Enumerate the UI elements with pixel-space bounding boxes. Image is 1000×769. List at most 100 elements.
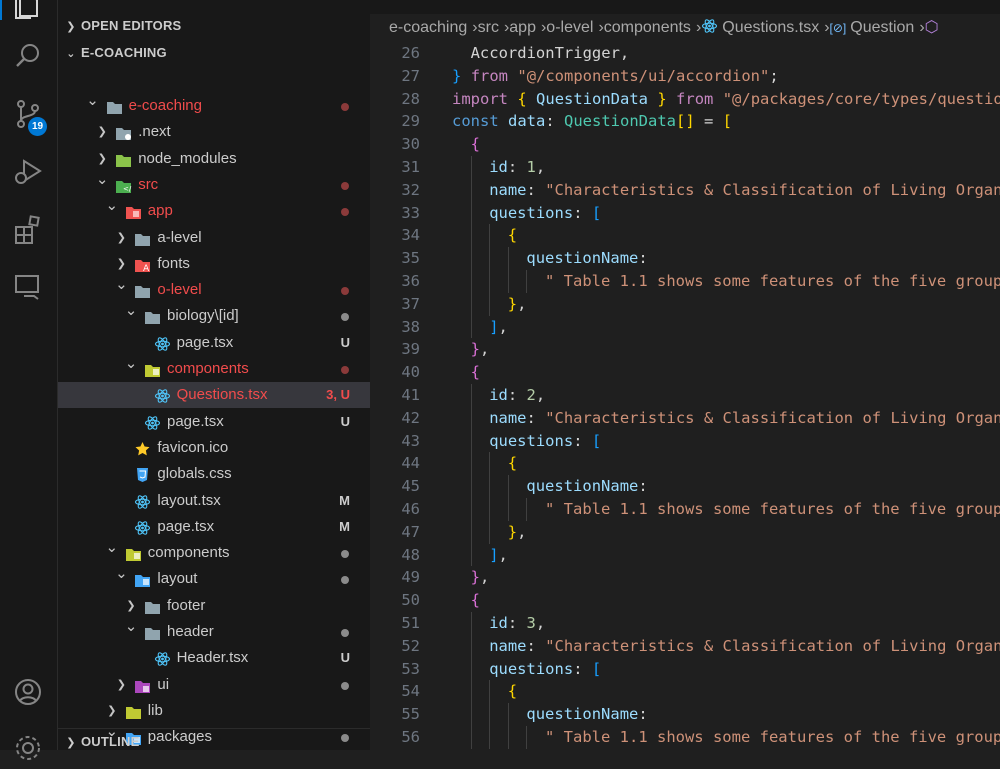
tree-item-label: Header.tsx	[176, 649, 249, 667]
folder-icon	[144, 598, 161, 614]
manage-icon[interactable]	[12, 732, 44, 764]
tree-item-label: layout	[157, 570, 198, 588]
remote-explorer-icon[interactable]	[12, 270, 44, 302]
indent-guide	[526, 498, 528, 521]
modified-dot-icon	[341, 181, 349, 190]
tree-item-label: e-coaching	[128, 97, 202, 114]
folder-src-icon: </>	[115, 177, 137, 193]
indent-guide	[470, 270, 472, 293]
git-status-badge: M	[339, 518, 350, 534]
code-text: questionName:	[526, 705, 648, 724]
file-item[interactable]: globals.css	[58, 461, 370, 487]
line-number: 42	[401, 408, 420, 427]
search-icon[interactable]	[12, 40, 44, 72]
breadcrumb-item[interactable]: Questions.tsx	[722, 19, 819, 36]
folder-item[interactable]: ⌄ o-level	[58, 276, 370, 303]
folder-icon	[134, 282, 151, 299]
code-line: 50 {	[370, 589, 1000, 612]
modified-dot-icon	[341, 576, 349, 585]
tree-item-label: src	[138, 175, 159, 193]
tab-strip	[370, 0, 1000, 14]
code-line: 28 import { QuestionData } from "@/packag…	[370, 88, 1000, 111]
line-number: 46	[401, 500, 420, 518]
breadcrumb-item[interactable]: src	[478, 19, 499, 36]
modified-dot-icon	[341, 313, 349, 322]
code-line: 37},	[370, 292, 1000, 316]
react-icon	[134, 519, 151, 535]
account-icon[interactable]	[12, 676, 44, 708]
indent-guide	[470, 634, 472, 658]
line-number: 38	[401, 317, 420, 336]
tree-item-label: components	[147, 544, 230, 562]
breadcrumb-item[interactable]: e-coaching	[389, 19, 467, 36]
folder-app-icon	[125, 203, 142, 220]
folder-item[interactable]: ❯ .next	[58, 119, 370, 145]
file-item[interactable]: Header.tsx U	[58, 645, 370, 671]
tree-item-label: lib	[147, 701, 163, 719]
breadcrumb-item[interactable]: app	[509, 19, 536, 36]
chevron-down-icon: ⌄	[105, 539, 119, 557]
folder-item[interactable]: ❯ ui	[58, 672, 370, 698]
tree-item-label: o-level	[157, 281, 202, 299]
folder-item[interactable]: ⌄ components	[58, 355, 370, 382]
chevron-right-icon: ❯	[116, 231, 126, 244]
file-item[interactable]: favicon.ico	[58, 435, 370, 461]
code-line: 32 name: "Characteristics & Classificatio…	[370, 178, 1000, 202]
code-line: 54 {	[370, 680, 1000, 704]
chevron-right-icon: ❯	[116, 678, 126, 691]
breadcrumb-item[interactable]: o-level	[546, 19, 593, 36]
folder-item[interactable]: ⌄ biology\[id]	[58, 302, 370, 329]
folder-item[interactable]: ❯ Afonts	[58, 251, 370, 277]
code-text: ],	[489, 545, 508, 564]
outline-section[interactable]: ❯ OUTLINE	[58, 728, 370, 750]
folder-item[interactable]: ⌄ components	[58, 539, 370, 566]
indent-guide	[470, 224, 472, 248]
folder-node-icon	[115, 151, 132, 167]
indent-guide	[470, 475, 472, 498]
folder-item[interactable]: ⌄ header	[58, 618, 370, 645]
breadcrumb-item[interactable]: components	[604, 19, 691, 36]
code-line: 34 {	[370, 224, 1000, 248]
code-line: 38],	[370, 315, 1000, 339]
folder-item[interactable]: ⌄ layout	[58, 565, 370, 592]
workspace-section[interactable]: ⌄ E-COACHING	[58, 40, 167, 66]
line-number: 47	[401, 522, 420, 541]
line-number: 52	[401, 636, 420, 655]
modified-dot-icon	[341, 103, 349, 111]
explorer-icon[interactable]	[12, 0, 44, 22]
extensions-icon[interactable]	[12, 214, 44, 246]
folder-item[interactable]: ❯ a-level	[58, 225, 370, 251]
code-line: 46 " Table 1.1 shows some features of the…	[370, 498, 1000, 521]
file-item[interactable]: Questions.tsx 3, U	[58, 382, 370, 409]
breadcrumb-item[interactable]: Question	[850, 19, 914, 36]
code-text: AccordionTrigger,	[470, 44, 630, 62]
indent-guide	[470, 247, 472, 270]
folder-item[interactable]: ⌄ app	[58, 197, 370, 224]
file-item[interactable]: page.tsx U	[58, 409, 370, 435]
indent-guide	[489, 520, 491, 544]
tree-item-label: ui	[157, 675, 170, 693]
line-number: 40	[401, 363, 420, 382]
folder-item[interactable]: ⌄ e-coaching	[58, 92, 370, 119]
folder-item[interactable]: ❯ footer	[58, 593, 370, 619]
run-debug-icon[interactable]	[12, 156, 44, 188]
open-editors-label: OPEN EDITORS	[81, 18, 182, 33]
symbol-icon: ⬡	[924, 19, 939, 36]
tree-item-label: biology\[id]	[167, 307, 239, 325]
folder-icon	[144, 308, 161, 325]
tree-item-label: page.tsx	[167, 412, 224, 430]
indent-guide	[470, 498, 472, 521]
open-editors-section[interactable]: ❯ OPEN EDITORS	[58, 13, 181, 39]
chevron-down-icon: ⌄	[86, 92, 99, 109]
file-item[interactable]: page.tsx U	[58, 330, 370, 356]
file-item[interactable]: layout.tsx M	[58, 488, 370, 514]
code-text: questions: [	[489, 203, 602, 222]
indent-guide	[507, 498, 509, 521]
code-text: questionName:	[526, 477, 648, 496]
chevron-down-icon: ⌄	[105, 197, 119, 215]
code-line: 26 AccordionTrigger,	[370, 42, 1000, 65]
indent-guide	[507, 247, 509, 270]
indent-guide	[470, 201, 472, 225]
line-number: 49	[401, 568, 420, 587]
indent-guide	[470, 612, 472, 635]
